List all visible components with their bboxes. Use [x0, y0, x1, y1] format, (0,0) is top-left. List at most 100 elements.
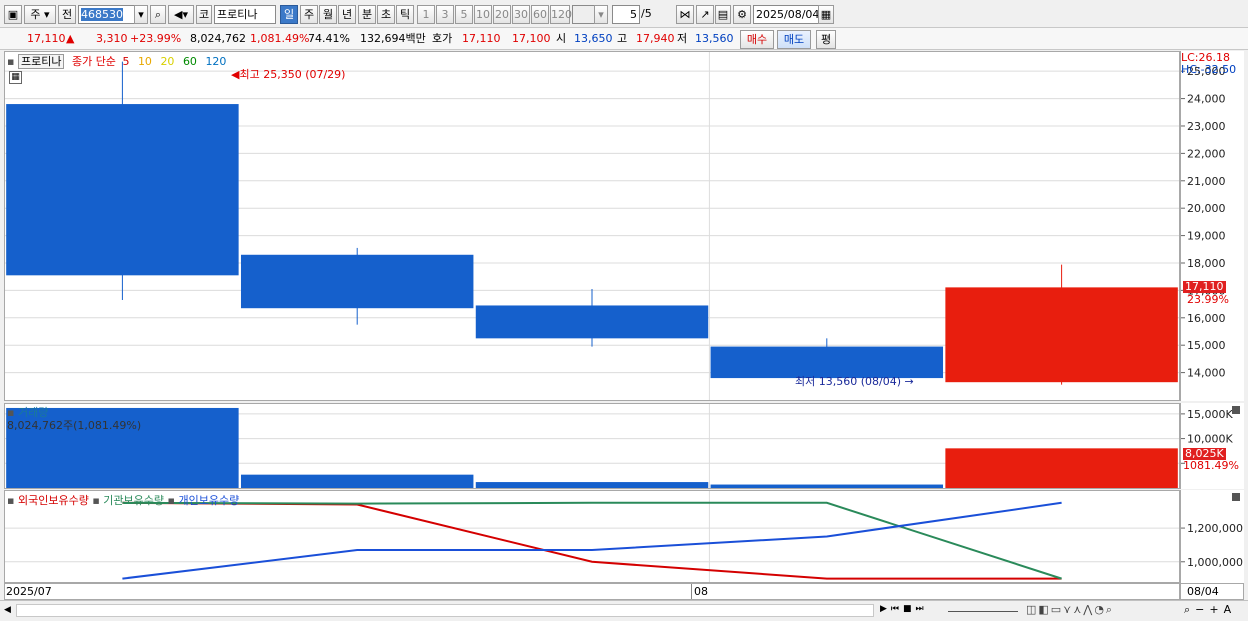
close-icon[interactable] [1232, 406, 1240, 414]
price-tag: 17,110 [1183, 280, 1226, 293]
save-icon[interactable]: ▤ [715, 5, 731, 24]
candle-body [6, 104, 239, 276]
high-note-text: 최고 25,350 (07/29) [239, 68, 346, 81]
interval-30[interactable]: 30 [512, 5, 530, 24]
small-square-icon: ▪ [7, 55, 15, 68]
interval-20[interactable]: 20 [493, 5, 511, 24]
volume-axis: 10,000K 15,000K 8,025K 1081.49% [1180, 403, 1244, 489]
interval-120[interactable]: 120 [550, 5, 572, 24]
price-tick-label: 20,000 [1187, 202, 1226, 215]
date-input[interactable]: 2025/08/04 [753, 5, 819, 24]
hc-label: HC:-32.50 [1181, 63, 1237, 76]
window-menu-icon[interactable]: ▣ [4, 5, 22, 24]
volume-bar [240, 474, 474, 488]
high-note: ◀최고 25,350 (07/29) [231, 68, 346, 81]
interval-10[interactable]: 10 [474, 5, 492, 24]
sell-button[interactable]: 매도 [777, 30, 811, 49]
holdings-panel[interactable]: ▪ 외국인보유수량 ▪ 기관보유수량 ▪ 개인보유수량 [4, 490, 1180, 583]
low-label: 저 [677, 32, 688, 45]
price-chart [5, 52, 1179, 400]
stock-name-box[interactable]: 프로티나 [17, 54, 65, 69]
price-tick-label: 15,000 [1187, 339, 1226, 352]
sound-icon[interactable]: ◀▾ [168, 5, 194, 24]
horizontal-scrollbar[interactable] [16, 604, 874, 617]
open-price: 13,650 [574, 32, 613, 45]
stock-code-input[interactable]: 468530 [78, 5, 136, 24]
ma-10: 10 [137, 55, 152, 68]
zoom-slider[interactable] [948, 611, 1018, 612]
open-label: 시 [556, 32, 567, 45]
candle-body [945, 287, 1178, 383]
code-dropdown-icon[interactable]: ▾ [134, 5, 148, 24]
table-icon[interactable]: ▦ [9, 71, 22, 84]
ask-label: 호가 [432, 32, 453, 45]
ma-title: 종가 단순 [71, 55, 116, 68]
price-tick-label: 19,000 [1187, 230, 1226, 243]
legend-institution: 기관보유수량 [103, 494, 165, 507]
compare-icon[interactable]: ⋈ [676, 5, 694, 24]
x-axis-end: 08/04 [1180, 583, 1244, 600]
buy-button[interactable]: 매수 [740, 30, 774, 49]
up-arrow-icon: ▲ [66, 32, 75, 45]
volume-pct-tag: 1081.49% [1183, 459, 1239, 472]
gear-icon[interactable]: ⚙ [733, 5, 751, 24]
price-tick-label: 24,000 [1187, 93, 1226, 106]
period-week[interactable]: 주 [300, 5, 318, 24]
price-axis-svg: 14,00015,00016,00017,00018,00019,00020,0… [1181, 65, 1226, 380]
stock-type-button[interactable]: 코 [196, 5, 212, 24]
volume-chart [5, 404, 1179, 488]
period-month[interactable]: 월 [319, 5, 337, 24]
interval-3[interactable]: 3 [436, 5, 454, 24]
turnover-pct: 74.41% [308, 32, 350, 45]
price-change: 3,310 [96, 32, 128, 45]
market-select[interactable]: 주 ▾ [24, 5, 56, 24]
x-end-label: 08/04 [1187, 585, 1219, 598]
playback-controls[interactable]: ▶⏮■⏭ [880, 604, 928, 614]
month-divider [691, 584, 692, 599]
period-minute[interactable]: 분 [358, 5, 376, 24]
period-year[interactable]: 년 [338, 5, 356, 24]
volume-pct: 1,081.49% [250, 32, 310, 45]
scroll-left-icon[interactable]: ◀ [4, 605, 11, 615]
prev-button[interactable]: 전 [58, 5, 76, 24]
calendar-icon[interactable]: ▦ [818, 5, 834, 24]
price-axis: 14,00015,00016,00017,00018,00019,00020,0… [1180, 51, 1244, 401]
holdings-tick-label: 1,200,000 [1187, 522, 1243, 535]
page-input[interactable]: 5 [612, 5, 640, 24]
eval-button[interactable]: 평 [816, 30, 836, 49]
ask-price-1: 17,110 [462, 32, 501, 45]
interval-5[interactable]: 5 [455, 5, 473, 24]
x-axis: 2025/07 08 [4, 583, 1180, 600]
interval-dropdown-icon[interactable]: ▾ [594, 5, 608, 24]
volume-bar [710, 484, 944, 488]
small-square-icon: ▪ [92, 494, 100, 507]
legend-individual: 개인보유수량 [178, 494, 240, 507]
price-panel[interactable]: ▪ 프로티나 종가 단순 5 10 20 60 120 ▦ ◀최고 25,350… [4, 51, 1180, 401]
holdings-legend: ▪ 외국인보유수량 ▪ 기관보유수량 ▪ 개인보유수량 [7, 492, 239, 508]
stock-name-field[interactable]: 프로티나 [214, 5, 276, 24]
price-tick-label: 18,000 [1187, 257, 1226, 270]
x-month-label: 08 [694, 585, 708, 598]
draw-tool-icon[interactable]: ↗ [696, 5, 714, 24]
close-icon[interactable] [1232, 493, 1240, 501]
low-note: 최저 13,560 (08/04) → [795, 375, 914, 388]
period-second[interactable]: 초 [377, 5, 395, 24]
volume-panel[interactable]: ▪ 거래량 8,024,762주(1,081.49%) [4, 403, 1180, 489]
interval-60[interactable]: 60 [531, 5, 549, 24]
interval-1[interactable]: 1 [417, 5, 435, 24]
search-icon[interactable]: ⌕ [150, 5, 166, 24]
period-tick[interactable]: 틱 [396, 5, 414, 24]
period-day[interactable]: 일 [280, 5, 298, 24]
ma-120: 120 [205, 55, 227, 68]
volume-current: 8,024,762주(1,081.49%) [7, 419, 142, 432]
page-total: /5 [641, 7, 652, 20]
trade-amount: 132,694백만 [360, 32, 426, 45]
x-start-label: 2025/07 [6, 585, 52, 598]
holdings-tick-label: 1,000,000 [1187, 556, 1243, 569]
low-price: 13,560 [695, 32, 734, 45]
toolbar: ▣ 주 ▾ 전 468530 ▾ ⌕ ◀▾ 코 프로티나 일 주 월 년 분 초… [0, 0, 1248, 28]
drawing-tools[interactable]: ◫◧▭⋎⋏⋀◔⌕ [1026, 603, 1114, 617]
zoom-controls[interactable]: ⌕−+A [1184, 603, 1236, 617]
volume-axis-svg: 10,000K 15,000K [1181, 408, 1233, 464]
price-tick-label: 14,000 [1187, 367, 1226, 380]
